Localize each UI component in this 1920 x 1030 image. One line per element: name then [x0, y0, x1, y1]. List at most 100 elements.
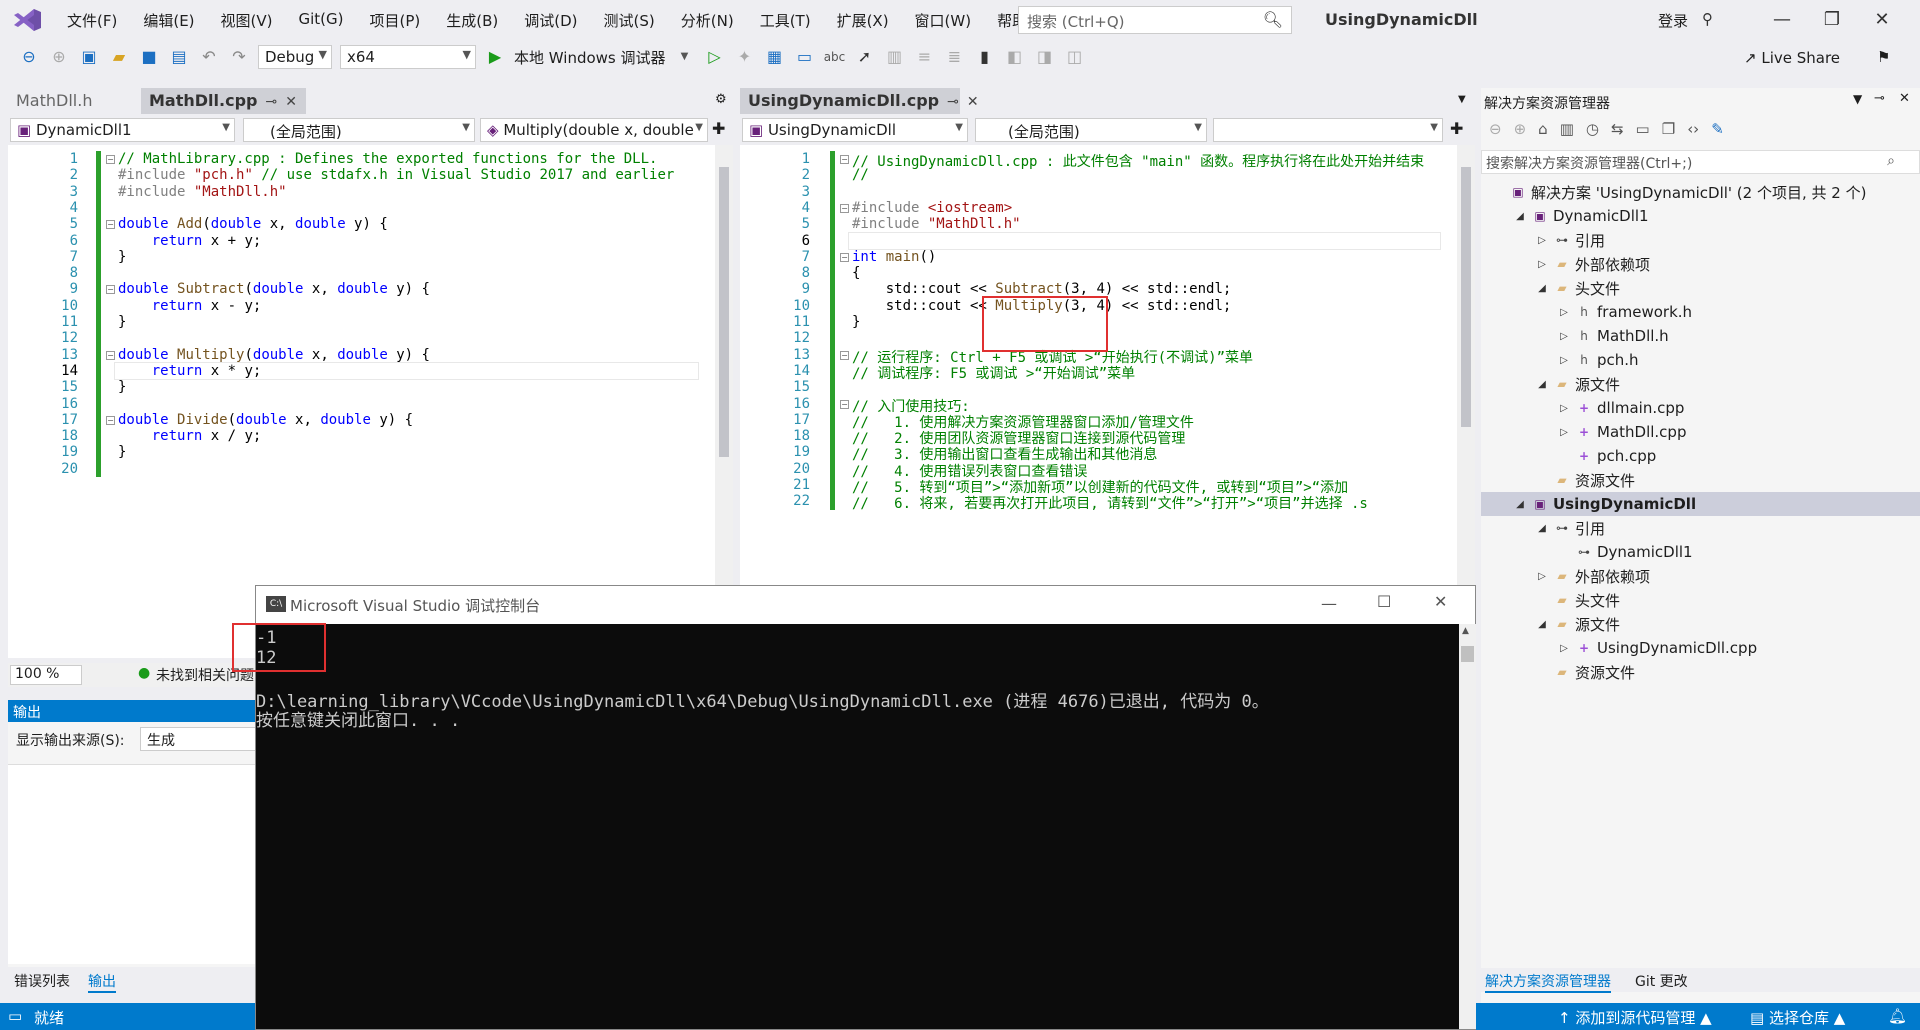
- close-icon[interactable]: ✕: [285, 94, 297, 110]
- platform-select[interactable]: x64 ▼: [340, 45, 476, 69]
- cursor-icon[interactable]: ➚: [853, 46, 877, 68]
- gear-icon[interactable]: ⚙: [715, 92, 727, 107]
- tree-item[interactable]: ▣ 解决方案 'UsingDynamicDll' (2 个项目, 共 2 个): [1481, 180, 1920, 204]
- feedback-icon[interactable]: ⚑: [1877, 48, 1890, 66]
- expander-icon[interactable]: ◢: [1535, 379, 1549, 390]
- zoom-select[interactable]: 100 %: [10, 665, 82, 685]
- tree-item[interactable]: ◢ ▰ 源文件: [1481, 372, 1920, 396]
- menu-item[interactable]: 调试(D): [511, 10, 590, 31]
- add-source-control-button[interactable]: ↑ 添加到源代码管理 ▲: [1558, 1007, 1712, 1028]
- expander-icon[interactable]: ▷: [1557, 427, 1571, 438]
- tree-item[interactable]: ▰ 头文件: [1481, 588, 1920, 612]
- tree-item[interactable]: ◢ ▰ 源文件: [1481, 612, 1920, 636]
- close-icon[interactable]: ✕: [1899, 91, 1910, 106]
- code-line[interactable]: #include "pch.h" // use stdafx.h in Visu…: [118, 167, 674, 183]
- collapse-icon[interactable]: −: [106, 155, 115, 164]
- expander-icon[interactable]: ▷: [1535, 259, 1549, 270]
- code-line[interactable]: return x - y;: [118, 298, 262, 314]
- start-debugger-button[interactable]: 本地 Windows 调试器: [514, 47, 666, 68]
- code-line[interactable]: std::cout << Subtract(3, 4) << std::endl…: [852, 281, 1232, 297]
- save-icon[interactable]: ■: [137, 46, 161, 68]
- menu-item[interactable]: 项目(P): [357, 10, 434, 31]
- code-icon[interactable]: ‹›: [1687, 120, 1699, 142]
- menu-item[interactable]: 工具(T): [747, 10, 824, 31]
- code-line[interactable]: // 6. 将来, 若要再次打开此项目, 请转到“文件”>“打开”>“项目”并选…: [852, 493, 1368, 513]
- chevron-down-icon[interactable]: ▼: [1853, 92, 1862, 106]
- pin-icon[interactable]: ⊸: [1874, 91, 1885, 106]
- code-line[interactable]: }: [118, 444, 126, 460]
- save-all-icon[interactable]: ▤: [167, 46, 191, 68]
- tree-item[interactable]: ◢ ▰ 头文件: [1481, 276, 1920, 300]
- menu-item[interactable]: 测试(S): [591, 10, 668, 31]
- forward-icon[interactable]: ⊕: [47, 46, 71, 68]
- tree-item[interactable]: + pch.cpp: [1481, 444, 1920, 468]
- menu-item[interactable]: 文件(F): [54, 10, 130, 31]
- bookmark-icon[interactable]: ▮: [973, 46, 997, 68]
- expander-icon[interactable]: ▷: [1535, 571, 1549, 582]
- expander-icon[interactable]: ▷: [1557, 331, 1571, 342]
- expander-icon[interactable]: ▷: [1557, 355, 1571, 366]
- debug-console-window[interactable]: C:\ Microsoft Visual Studio 调试控制台 — ☐ ✕ …: [232, 585, 1476, 1030]
- collapse-icon[interactable]: −: [840, 350, 849, 360]
- redo-icon[interactable]: ↷: [227, 46, 251, 68]
- tree-item[interactable]: ▷ ▰ 外部依赖项: [1481, 564, 1920, 588]
- code-line[interactable]: }: [118, 314, 126, 330]
- collapse-icon[interactable]: ▭: [1636, 120, 1650, 142]
- code-line[interactable]: return x / y;: [118, 428, 262, 444]
- expander-icon[interactable]: ▷: [1535, 235, 1549, 246]
- code-line[interactable]: double Divide(double x, double y) {: [118, 412, 413, 428]
- login-button[interactable]: 登录: [1658, 10, 1688, 31]
- back-icon[interactable]: ⊖: [17, 46, 41, 68]
- pin-icon[interactable]: ⊸: [265, 94, 277, 110]
- right-project-select[interactable]: ▣ UsingDynamicDll ▼: [742, 118, 968, 142]
- left-code-editor[interactable]: 1 // MathLibrary.cpp : Defines the export…: [8, 145, 733, 658]
- tree-item[interactable]: ▰ 资源文件: [1481, 468, 1920, 492]
- expander-icon[interactable]: ◢: [1513, 499, 1527, 510]
- minimize-icon[interactable]: —: [1321, 594, 1337, 613]
- tab-solution-explorer[interactable]: 解决方案资源管理器: [1485, 971, 1611, 993]
- collapse-icon[interactable]: −: [840, 155, 849, 164]
- tree-item[interactable]: ◢ ⊶ 引用: [1481, 516, 1920, 540]
- project-select[interactable]: ▣ DynamicDll1 ▼: [10, 118, 235, 142]
- console-scrollbar[interactable]: ▲: [1459, 624, 1476, 1029]
- start-debug-icon[interactable]: ▶: [483, 46, 507, 68]
- chevron-up-icon[interactable]: ▲: [1462, 626, 1469, 636]
- menu-item[interactable]: 分析(N): [668, 10, 747, 31]
- close-icon[interactable]: ✕: [967, 94, 979, 110]
- expander-icon[interactable]: ◢: [1535, 619, 1549, 630]
- account-icon[interactable]: ⚲: [1702, 10, 1713, 28]
- pin-icon[interactable]: ⊸: [947, 94, 959, 110]
- tree-item[interactable]: ◢ ▣ DynamicDll1: [1481, 204, 1920, 228]
- output-source-select[interactable]: 生成: [140, 727, 258, 751]
- restore-icon[interactable]: ❐: [1812, 6, 1852, 34]
- expander-icon[interactable]: ◢: [1535, 523, 1549, 534]
- history-icon[interactable]: ◷: [1586, 120, 1599, 142]
- code-line[interactable]: #include "MathDll.h": [118, 184, 287, 200]
- code-line[interactable]: }: [852, 314, 860, 330]
- clear-bookmark-icon[interactable]: ◫: [1063, 46, 1087, 68]
- select-repo-button[interactable]: ▤ 选择仓库 ▲: [1750, 1007, 1845, 1028]
- scrollbar-thumb[interactable]: [1461, 167, 1471, 427]
- tab-git-changes[interactable]: Git 更改: [1635, 971, 1688, 991]
- tab-usingdynamicdll-cpp[interactable]: UsingDynamicDll.cpp ⊸ ✕: [740, 88, 979, 114]
- chevron-down-icon[interactable]: ▼: [1458, 94, 1466, 105]
- tab-error-list[interactable]: 错误列表: [14, 971, 70, 991]
- solution-search-input[interactable]: 搜索解决方案资源管理器(Ctrl+;) ⌕: [1481, 150, 1920, 174]
- switch-view-icon[interactable]: ▥: [1560, 120, 1574, 142]
- start-without-debug-icon[interactable]: ▷: [703, 46, 727, 68]
- expander-icon[interactable]: ▷: [1557, 307, 1571, 318]
- scrollbar-thumb[interactable]: [1461, 646, 1474, 662]
- wrench-icon[interactable]: ✎: [1711, 120, 1724, 142]
- collapse-icon[interactable]: −: [106, 350, 115, 360]
- tree-item[interactable]: ▷ + UsingDynamicDll.cpp: [1481, 636, 1920, 660]
- visual-studio-logo-icon[interactable]: [12, 8, 42, 32]
- code-line[interactable]: return x + y;: [118, 233, 262, 249]
- code-line[interactable]: //: [852, 167, 869, 183]
- right-scope-select[interactable]: (全局范围) ▼: [975, 118, 1207, 142]
- menu-item[interactable]: Git(G): [286, 10, 357, 31]
- code-line[interactable]: double Multiply(double x, double y) {: [118, 347, 430, 363]
- maximize-icon[interactable]: ☐: [1377, 592, 1391, 611]
- expander-icon[interactable]: ◢: [1535, 283, 1549, 294]
- tree-item[interactable]: ◢ ▣ UsingDynamicDll: [1481, 492, 1920, 516]
- layout-icon[interactable]: ▭: [793, 46, 817, 68]
